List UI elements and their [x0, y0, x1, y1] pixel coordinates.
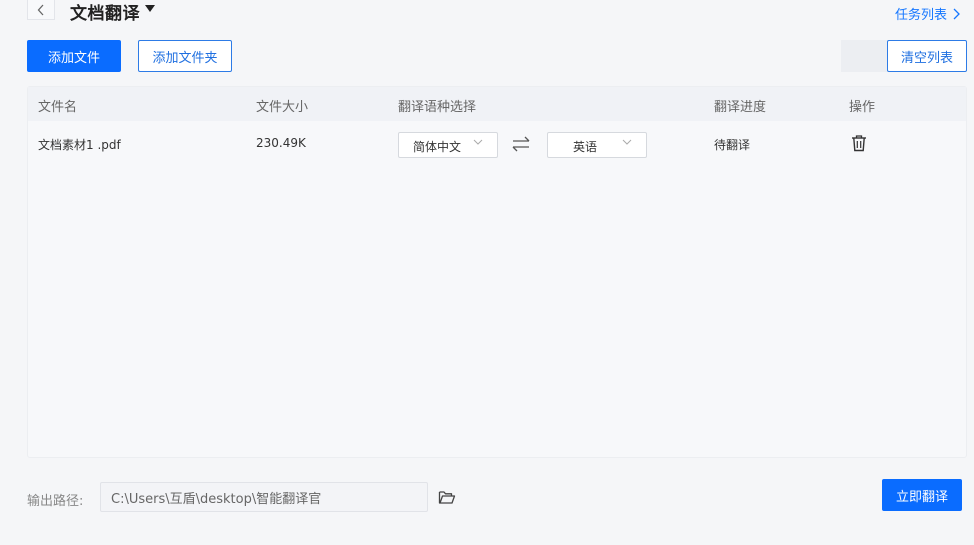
column-header-progress: 翻译进度	[714, 100, 767, 115]
file-size-cell: 230.49K	[256, 136, 306, 150]
progress-cell: 待翻译	[714, 138, 751, 152]
output-path-label: 输出路径:	[27, 494, 84, 509]
table-header: 文件名 文件大小 翻译语种选择 翻译进度 操作	[28, 87, 966, 121]
source-language-select[interactable]: 简体中文	[398, 132, 498, 158]
column-header-action: 操作	[849, 100, 876, 115]
clear-list-button[interactable]: 清空列表	[887, 40, 967, 72]
toolbar-spacer	[841, 40, 889, 72]
swap-languages-icon[interactable]	[510, 135, 532, 153]
document-translate-page: 文档翻译 任务列表 添加文件 添加文件夹 清空列表 文件名 文件大小 翻译语种选…	[0, 0, 974, 545]
chevron-left-icon	[37, 4, 44, 15]
task-list-label: 任务列表	[894, 8, 947, 23]
page-title: 文档翻译	[70, 4, 140, 24]
file-name-cell: 文档素材1 .pdf	[38, 138, 121, 152]
add-folder-button[interactable]: 添加文件夹	[138, 40, 232, 72]
translate-now-button[interactable]: 立即翻译	[882, 479, 962, 511]
table-row: 文档素材1 .pdf 230.49K 简体中文 英语 待翻译	[28, 121, 966, 167]
trash-icon[interactable]	[850, 134, 868, 152]
chevron-down-icon	[473, 139, 483, 145]
folder-open-icon[interactable]	[438, 489, 456, 505]
output-path-input[interactable]	[100, 482, 428, 512]
source-language-value: 简体中文	[413, 140, 462, 154]
task-list-link[interactable]: 任务列表	[895, 4, 960, 23]
chevron-down-icon	[622, 139, 632, 145]
target-language-select[interactable]: 英语	[547, 132, 647, 158]
caret-down-icon[interactable]	[144, 3, 156, 16]
chevron-right-icon	[953, 8, 960, 19]
column-header-file-size: 文件大小	[256, 100, 309, 115]
target-language-value: 英语	[573, 140, 598, 154]
file-table: 文件名 文件大小 翻译语种选择 翻译进度 操作 文档素材1 .pdf 230.4…	[27, 86, 967, 458]
back-button[interactable]	[27, 0, 55, 20]
column-header-language: 翻译语种选择	[398, 100, 477, 115]
add-file-button[interactable]: 添加文件	[27, 40, 121, 72]
column-header-file-name: 文件名	[38, 100, 78, 115]
